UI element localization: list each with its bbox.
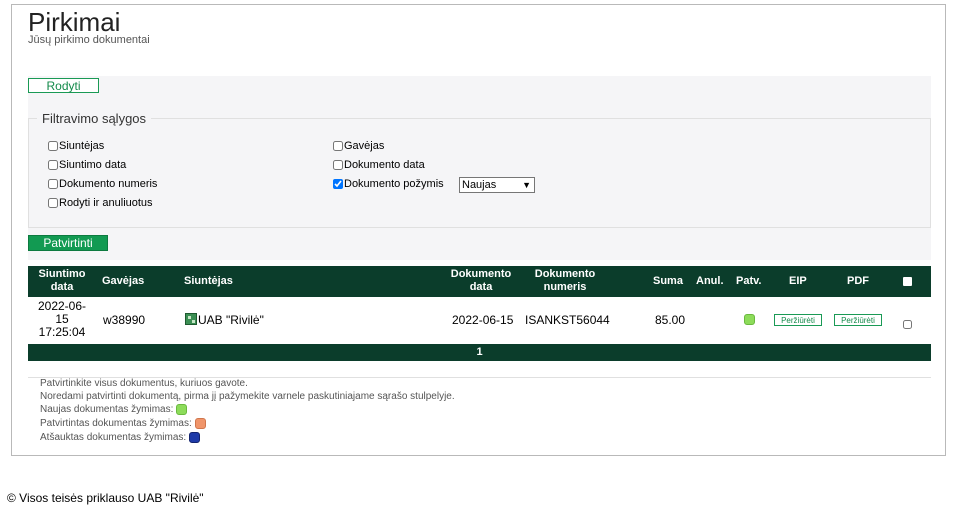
filter-doc-feature[interactable]: Dokumento požymis xyxy=(333,178,444,190)
select-all-checkbox[interactable] xyxy=(903,277,912,286)
show-button[interactable]: Rodyti xyxy=(28,78,99,93)
status-confirmed-icon xyxy=(194,418,206,429)
cell-receiver: w38990 xyxy=(103,313,146,327)
filter-sent-date[interactable]: Siuntimo data xyxy=(48,159,126,171)
th-confirmed[interactable]: Patv. xyxy=(736,275,761,288)
filter-doc-feature-checkbox[interactable] xyxy=(333,179,343,189)
filter-doc-number-checkbox[interactable] xyxy=(48,179,58,189)
filter-sender[interactable]: Siuntėjas xyxy=(48,140,104,152)
doc-feature-select[interactable]: Naujas ▼ xyxy=(459,177,535,193)
status-new-icon xyxy=(176,404,188,415)
confirm-button[interactable]: Patvirtinti xyxy=(28,235,108,251)
filter-sent-date-checkbox[interactable] xyxy=(48,160,58,170)
th-doc-date[interactable]: Dokumento data xyxy=(446,268,516,294)
th-cancelled[interactable]: Anul. xyxy=(696,275,724,288)
note-confirm-all: Patvirtinkite visus dokumentus, kuriuos … xyxy=(40,378,248,389)
chevron-down-icon: ▼ xyxy=(522,180,531,190)
row-select-checkbox[interactable] xyxy=(903,320,912,329)
note-confirmed-marker: Patvirtintas dokumentas žymimas: xyxy=(40,418,206,429)
filter-doc-number[interactable]: Dokumento numeris xyxy=(48,178,157,190)
filter-legend: Filtravimo sąlygos xyxy=(37,111,152,126)
filter-show-cancelled[interactable]: Rodyti ir anuliuotus xyxy=(48,197,153,209)
th-receiver[interactable]: Gavėjas xyxy=(102,275,144,288)
documents-table-header: Siuntimo data Gavėjas Siuntėjas Dokumento… xyxy=(28,266,931,297)
filter-sender-checkbox[interactable] xyxy=(48,141,58,151)
table-row: 2022-06- 15 17:25:04 w38990 UAB "Rivilė"… xyxy=(28,297,931,343)
note-cancelled-marker: Atšauktas dokumentas žymimas: xyxy=(40,432,201,443)
th-pdf: PDF xyxy=(847,275,869,287)
purchases-panel: Pirkimai Jūsų pirkimo dokumentai Rodyti … xyxy=(11,4,946,456)
page-subtitle: Jūsų pirkimo dokumentai xyxy=(28,34,150,46)
cell-doc-number: ISANKST56044 xyxy=(525,313,610,327)
copyright-footer: © Visos teisės priklauso UAB "Rivilė" xyxy=(7,491,204,505)
page-1-link[interactable]: 1 xyxy=(476,346,482,358)
cell-sender: UAB "Rivilė" xyxy=(185,313,264,327)
status-new-icon xyxy=(744,314,755,325)
note-how-to-confirm: Noredami patvirtinti dokumentą, pirma jį… xyxy=(40,391,455,402)
cell-doc-date: 2022-06-15 xyxy=(452,313,514,327)
th-sum[interactable]: Suma xyxy=(653,275,683,288)
rivile-logo-icon xyxy=(185,313,197,325)
cell-sent-date: 2022-06- 15 17:25:04 xyxy=(37,299,87,339)
th-sent-date[interactable]: Siuntimo data xyxy=(32,268,92,294)
filter-doc-date-checkbox[interactable] xyxy=(333,160,343,170)
pagination: 1 xyxy=(28,344,931,361)
cell-sum: 85.00 xyxy=(655,313,686,327)
note-new-marker: Naujas dokumentas žymimas: xyxy=(40,404,188,415)
filter-doc-date[interactable]: Dokumento data xyxy=(333,159,425,171)
filter-receiver-checkbox[interactable] xyxy=(333,141,343,151)
eip-view-button[interactable]: Peržiūrėti xyxy=(774,314,822,326)
th-eip: EIP xyxy=(789,275,807,287)
pdf-view-button[interactable]: Peržiūrėti xyxy=(834,314,882,326)
filter-area: Rodyti Filtravimo sąlygos Siuntėjas Siun… xyxy=(28,76,931,260)
th-doc-number[interactable]: Dokumento numeris xyxy=(528,268,602,294)
th-sender[interactable]: Siuntėjas xyxy=(184,275,233,288)
filter-show-cancelled-checkbox[interactable] xyxy=(48,198,58,208)
filter-fieldset: Filtravimo sąlygos Siuntėjas Siuntimo da… xyxy=(28,111,931,228)
status-cancelled-icon xyxy=(189,432,201,443)
filter-receiver[interactable]: Gavėjas xyxy=(333,140,384,152)
